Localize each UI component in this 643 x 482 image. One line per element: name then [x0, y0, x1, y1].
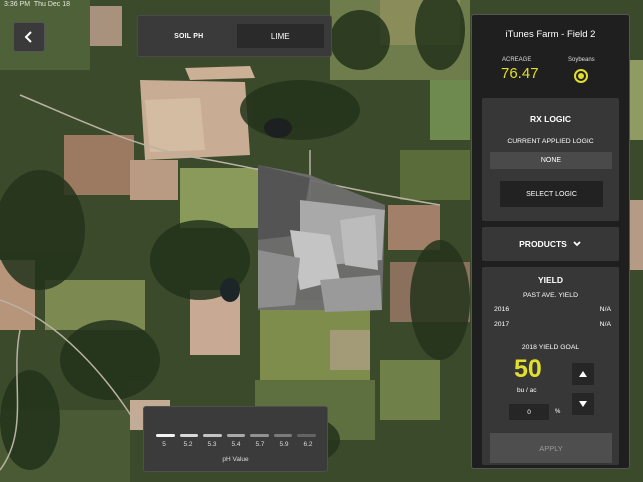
legend-swatch	[250, 434, 269, 437]
rx-logic-title: RX LOGIC	[529, 114, 572, 124]
status-time: 3:36 PM	[4, 1, 31, 8]
pond	[220, 278, 240, 302]
yield-card: YIELD PAST AVE. YIELD 2016 N/A 2017 N/A …	[482, 267, 619, 465]
legend-ticks: 5 5.2 5.3 5.4 5.7 5.9 6.2	[152, 441, 320, 448]
legend-tick-label: 6.2	[303, 441, 313, 448]
crop-label: Soybeans	[568, 57, 595, 63]
legend-tick-label: 5.3	[207, 441, 217, 448]
legend-swatch	[273, 434, 293, 437]
legend-title: pH Value	[222, 456, 249, 463]
past-yield-label: PAST AVE. YIELD	[522, 292, 579, 299]
yield-goal-unit: bu / ac	[517, 387, 537, 394]
acreage-label: ACREAGE	[502, 57, 532, 63]
legend-tick-label: 5	[162, 441, 166, 448]
legend-swatches	[156, 434, 317, 438]
yield-percent-input[interactable]: 0	[509, 404, 549, 420]
current-logic-label: CURRENT APPLIED LOGIC	[507, 138, 594, 145]
yield-title: YIELD	[537, 275, 564, 285]
chevron-left-icon	[24, 31, 32, 43]
ph-legend: 5 5.2 5.3 5.4 5.7 5.9 6.2 pH Value	[143, 406, 328, 472]
legend-swatch	[179, 434, 199, 437]
legend-swatch	[156, 434, 175, 437]
chevron-down-icon	[573, 241, 581, 247]
yield-year-2016: 2016	[494, 306, 510, 313]
tab-soil-ph[interactable]: SOIL PH	[145, 24, 233, 48]
crop-indicator-icon[interactable]	[574, 69, 588, 83]
yield-goal-value[interactable]: 50	[514, 355, 542, 384]
yield-year-2017: 2017	[494, 321, 510, 328]
current-logic-value: NONE	[490, 152, 612, 169]
apply-button[interactable]: APPLY	[490, 433, 612, 463]
products-dropdown[interactable]: PRODUCTS	[482, 227, 619, 261]
field-panel: iTunes Farm - Field 2 ACREAGE 76.47 Soyb…	[471, 14, 630, 469]
legend-swatch	[297, 434, 317, 437]
yield-goal-label: 2018 YIELD GOAL	[521, 344, 580, 351]
increment-button[interactable]	[572, 363, 594, 385]
acreage-value: 76.47	[501, 65, 539, 82]
pond	[264, 118, 292, 138]
status-date: Thu Dec 18	[33, 1, 71, 8]
select-logic-button[interactable]: SELECT LOGIC	[500, 181, 603, 207]
percent-symbol: %	[555, 409, 561, 415]
decrement-button[interactable]	[572, 393, 594, 415]
layer-toggle: SOIL PH LIME	[137, 15, 332, 57]
triangle-up-icon	[579, 371, 587, 377]
yield-value-2017: N/A	[599, 321, 611, 328]
legend-tick-label: 5.2	[183, 441, 193, 448]
rx-logic-card: RX LOGIC CURRENT APPLIED LOGIC NONE SELE…	[482, 98, 619, 221]
legend-tick-label: 5.7	[255, 441, 265, 448]
back-button[interactable]	[13, 22, 45, 52]
farm-title: iTunes Farm - Field 2	[505, 29, 596, 40]
triangle-down-icon	[579, 401, 587, 407]
status-bar: 3:36 PM Thu Dec 18	[4, 1, 70, 8]
yield-value-2016: N/A	[599, 306, 611, 313]
legend-tick-label: 5.4	[231, 441, 241, 448]
legend-swatch	[226, 434, 246, 437]
legend-swatch	[203, 434, 222, 437]
products-label: PRODUCTS	[519, 239, 567, 249]
legend-tick-label: 5.9	[279, 441, 289, 448]
tab-lime[interactable]: LIME	[236, 24, 324, 48]
